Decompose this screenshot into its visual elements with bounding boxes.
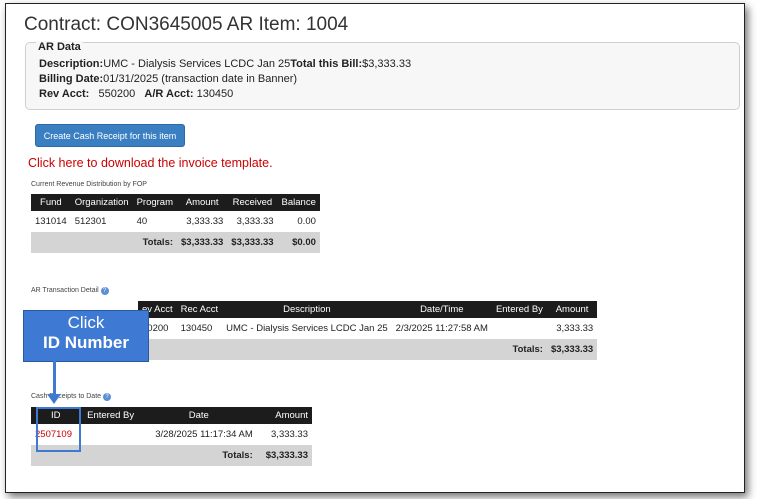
ar-data-panel: AR Data Description:UMC - Dialysis Servi… — [25, 41, 740, 110]
table-header-row: Fund Organization Program Amount Receive… — [31, 194, 320, 211]
page-title: Contract: CON3645005 AR Item: 1004 — [24, 14, 349, 35]
totals-row: Totals: $3,333.33 — [138, 339, 598, 360]
column-header: Received — [227, 194, 278, 211]
totals-label: Totals: — [140, 445, 257, 466]
rev-acct-label: Rev Acct: — [39, 88, 90, 100]
table-cell: UMC - Dialysis Services LCDC Jan 25 — [226, 323, 388, 334]
column-header: Rec Acct — [176, 301, 223, 318]
help-icon[interactable]: ? — [100, 287, 109, 295]
table-cell: 3,333.33 — [186, 216, 224, 227]
table-cell: $0.00 — [277, 232, 320, 253]
totals-label: Totals: — [491, 339, 547, 360]
description-value: UMC - Dialysis Services LCDC Jan 25 — [103, 58, 291, 70]
column-header: Balance — [277, 194, 320, 211]
description-label: Description: — [39, 58, 104, 70]
column-header: Entered By — [80, 407, 141, 424]
cash-receipts-caption: Cash Receipts to Date? — [31, 393, 112, 401]
click-id-callout: Click ID Number — [23, 310, 149, 362]
billing-date-value: 01/31/2025 (transaction date in Banner) — [103, 73, 298, 85]
help-icon[interactable]: ? — [103, 393, 112, 401]
column-header: Description — [222, 301, 392, 318]
down-arrow-icon — [47, 394, 61, 404]
rev-acct-value: 550200 — [98, 88, 136, 100]
table-cell: 40 — [136, 216, 148, 227]
ar-data-legend: AR Data — [36, 41, 83, 53]
totals-row: Totals: $3,333.33 $3,333.33 $0.00 — [31, 232, 320, 253]
app-frame: Contract: CON3645005 AR Item: 1004 AR Da… — [5, 3, 745, 493]
caption-text: Cash Receipts to Date — [31, 393, 102, 400]
totals-label: Totals: — [132, 232, 178, 253]
table-cell: $3,333.33 — [177, 232, 228, 253]
table-cell: 2/3/2025 11:27:58 AM — [395, 323, 488, 334]
table-cell — [492, 318, 547, 339]
revenue-table: Fund Organization Program Amount Receive… — [31, 194, 320, 253]
table-cell: 3/28/2025 11:17:34 AM — [155, 429, 253, 440]
column-header: Program — [132, 194, 178, 211]
ar-data-fields: Description:UMC - Dialysis Services LCDC… — [39, 57, 411, 102]
column-header: Fund — [31, 194, 71, 211]
table-cell: 3,333.33 — [556, 323, 594, 334]
callout-line2: ID Number — [43, 333, 129, 352]
create-cash-receipt-button[interactable]: Create Cash Receipt for this item — [35, 124, 185, 147]
column-header: Entered By — [491, 301, 547, 318]
ar-transaction-table: ev Acct Rec Acct Description Date/Time E… — [138, 301, 598, 360]
column-header: Date/Time — [391, 301, 492, 318]
totals-value: $3,333.33 — [546, 339, 598, 360]
total-label: Total this Bill: — [290, 58, 363, 70]
billing-date-label: Billing Date: — [39, 73, 104, 85]
callout-line1: Click — [67, 313, 105, 332]
revenue-caption: Current Revenue Distribution by FOP — [31, 181, 147, 188]
column-header: Amount — [256, 407, 312, 424]
column-header: Amount — [177, 194, 228, 211]
table-cell: 131014 — [35, 216, 67, 227]
id-highlight-box — [36, 407, 81, 452]
table-cell: 512301 — [74, 216, 107, 227]
total-value: $3,333.33 — [362, 58, 412, 70]
table-row: 50200 130450 UMC - Dialysis Services LCD… — [138, 318, 597, 339]
column-header: Organization — [70, 194, 133, 211]
table-cell: $3,333.33 — [227, 232, 278, 253]
ar-transaction-caption: AR Transaction Detail? — [31, 287, 109, 295]
ar-acct-label: A/R Acct: — [144, 88, 194, 100]
column-header: Amount — [546, 301, 598, 318]
table-header-row: ev Acct Rec Acct Description Date/Time E… — [138, 301, 598, 318]
table-cell: 0.00 — [297, 216, 316, 227]
ar-acct-value: 130450 — [196, 88, 234, 100]
callout-arrow-shaft — [53, 361, 56, 396]
table-cell: 3,333.33 — [236, 216, 274, 227]
table-row: 131014 512301 40 3,333.33 3,333.33 0.00 — [31, 211, 320, 232]
table-cell: 3,333.33 — [271, 429, 308, 440]
table-cell — [80, 424, 140, 445]
caption-text: AR Transaction Detail — [31, 287, 99, 294]
totals-value: $3,333.33 — [256, 445, 312, 466]
download-invoice-template-link[interactable]: Click here to download the invoice templ… — [28, 156, 273, 170]
table-cell: 130450 — [180, 323, 213, 334]
column-header: Date — [140, 407, 257, 424]
